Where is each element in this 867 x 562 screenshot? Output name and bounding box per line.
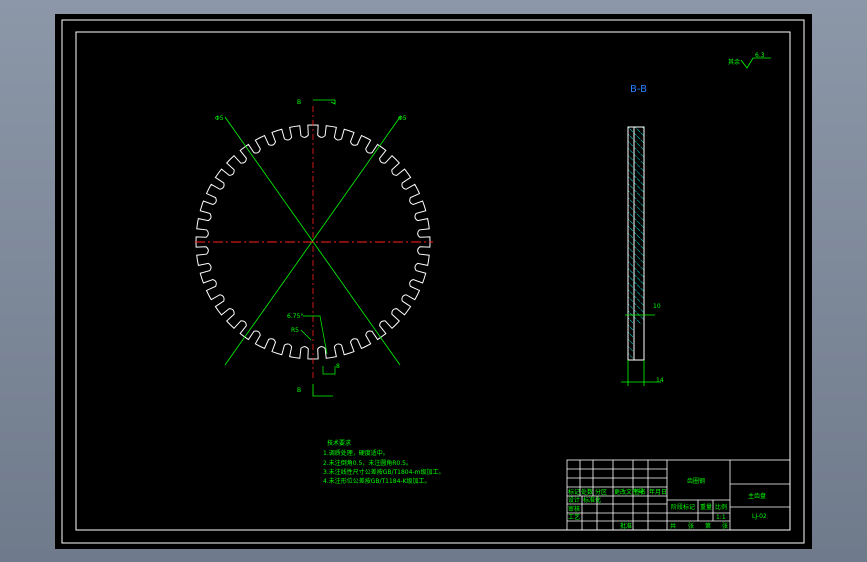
material: 齿圈钢 bbox=[687, 477, 705, 485]
section-slot bbox=[634, 324, 644, 360]
signature-label: 审核 bbox=[568, 505, 580, 513]
signature-label: 标准化 bbox=[583, 496, 601, 504]
notes-title: 技术要求 bbox=[327, 439, 351, 447]
leader-line bbox=[300, 329, 312, 341]
dim-label-left: Φ5 bbox=[215, 115, 224, 122]
dim-label-right: Φ5 bbox=[398, 115, 407, 122]
scale-label: 比例 bbox=[715, 503, 727, 511]
dim-line bbox=[322, 366, 336, 375]
drawing-number: LJ-02 bbox=[752, 513, 767, 520]
stage-label: 阶段标记 bbox=[671, 503, 695, 511]
part-name: 主齿盘 bbox=[748, 492, 766, 500]
signature-label: 批准 bbox=[620, 522, 632, 530]
roughness-value: 6.3 bbox=[755, 52, 765, 59]
roughness-symbol-icon bbox=[740, 57, 771, 69]
section-label: B-B bbox=[630, 84, 647, 95]
roughness-prefix: 其余 bbox=[728, 58, 740, 66]
scale: 1:1 bbox=[716, 514, 726, 521]
sheet-labels: 共张第张 bbox=[670, 522, 728, 530]
outer-frame bbox=[61, 19, 805, 544]
sheet-label: 共 bbox=[670, 522, 676, 530]
side-dim-2: 14 bbox=[656, 377, 664, 384]
sheet-label: 第 bbox=[705, 522, 711, 530]
revision-header-label: 签名 bbox=[634, 488, 646, 496]
drawing-svg: B B Φ5 Φ5 6.75° R5 8 B-B 10 14 其余 6.3 技术… bbox=[61, 19, 805, 544]
signature-label: 工艺 bbox=[568, 513, 580, 521]
leader-line bbox=[303, 315, 328, 355]
dim-radius: R5 bbox=[291, 327, 299, 334]
inner-frame bbox=[75, 31, 791, 531]
cut-mark-top: B bbox=[297, 99, 301, 106]
section-arrow-bottom bbox=[312, 384, 333, 397]
sheet-label: 张 bbox=[688, 522, 694, 530]
signature-label: 设计 bbox=[568, 496, 580, 504]
note-line: 4.未注形位公差按GB/T1184-K级加工。 bbox=[323, 477, 431, 485]
section-arrow-top bbox=[313, 99, 336, 105]
side-dim-1: 10 bbox=[653, 303, 661, 310]
revision-header-label: 处数 bbox=[581, 488, 593, 496]
cut-mark-bottom: B bbox=[297, 387, 301, 394]
dim-angle: 6.75° bbox=[287, 313, 303, 320]
note-line: 3.未注线性尺寸公差按GB/T1804-m级加工。 bbox=[323, 468, 444, 476]
weight-label: 重量 bbox=[700, 503, 712, 511]
revision-header-label: 年月日 bbox=[649, 488, 667, 496]
revision-header-label: 标记 bbox=[568, 488, 580, 496]
drawing-canvas[interactable]: B B Φ5 Φ5 6.75° R5 8 B-B 10 14 其余 6.3 技术… bbox=[55, 14, 812, 549]
sheet-label: 张 bbox=[722, 522, 728, 530]
note-line: 2.未注倒角0.5，未注圆角R0.5。 bbox=[323, 459, 412, 467]
dim-small: 8 bbox=[336, 363, 340, 370]
note-line: 1.调质处理，硬度适中。 bbox=[323, 449, 389, 457]
revision-header-label: 分区 bbox=[595, 488, 607, 496]
revision-header-row: 标记 处数 分区 更改文件号签名 年月日 bbox=[568, 488, 667, 496]
